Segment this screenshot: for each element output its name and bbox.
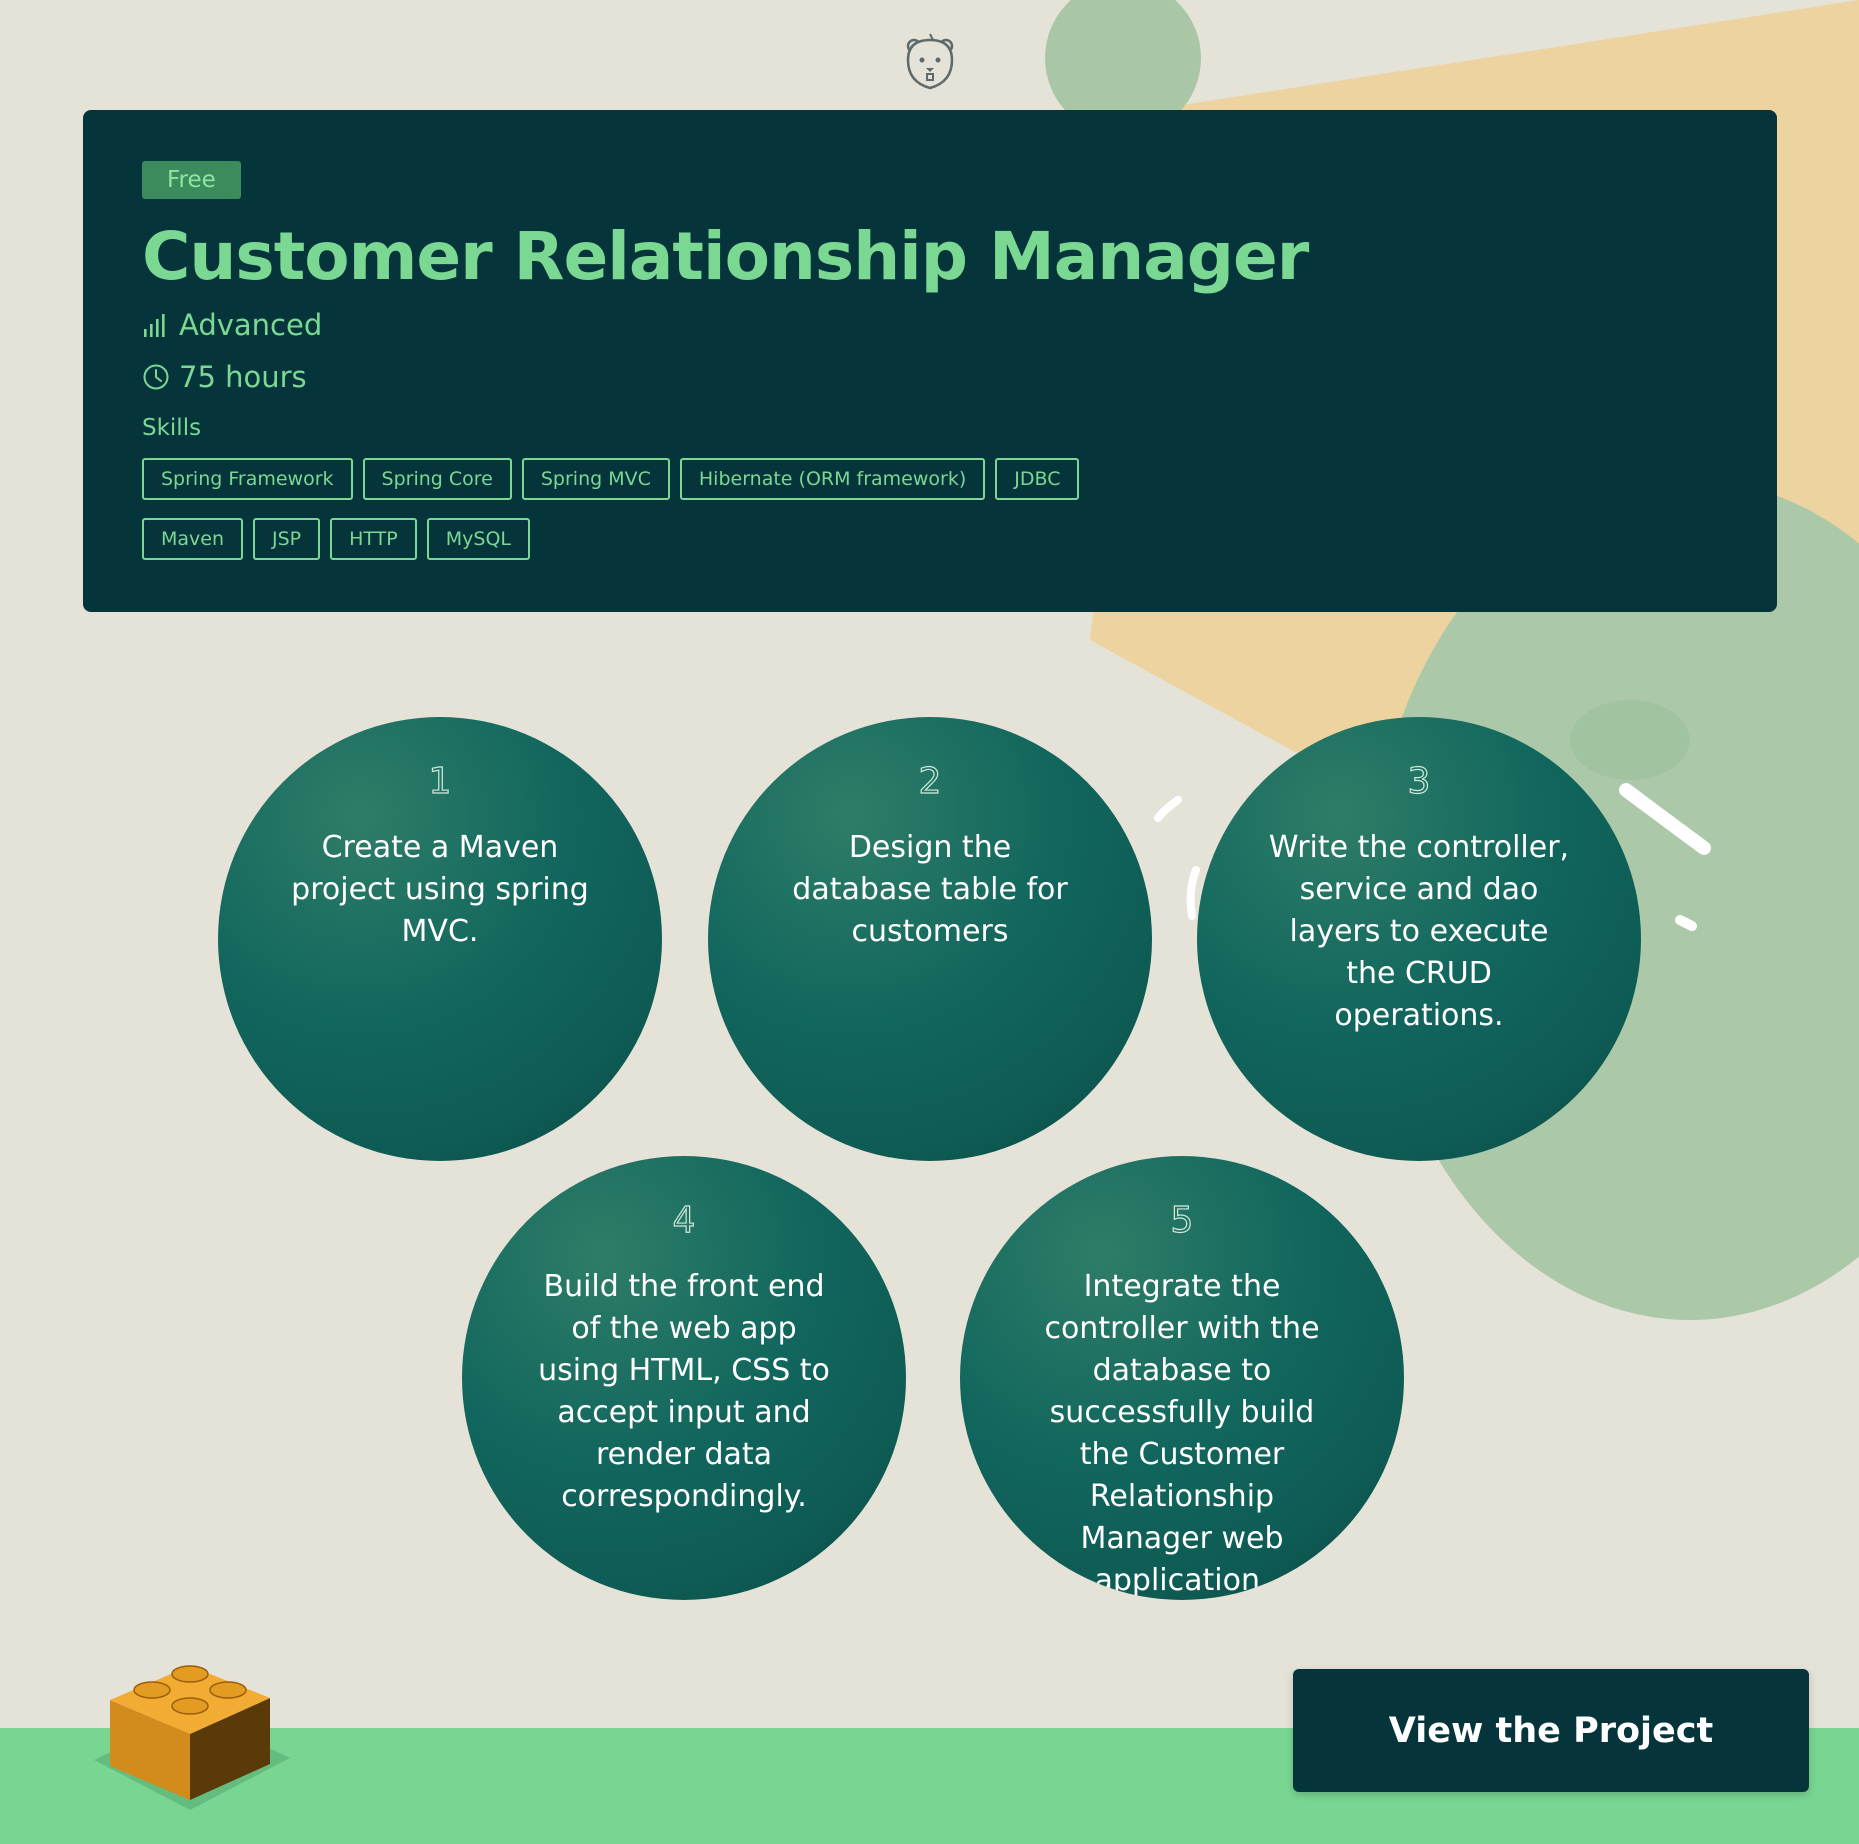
skill-tag: MySQL [426,518,531,560]
skill-tag: Spring MVC [521,458,670,500]
lego-brick-icon [90,1640,300,1820]
skill-tag: Hibernate (ORM framework) [679,458,986,500]
step-text: Build the front end of the web app using… [538,1269,830,1514]
step-circle-5: 5 Integrate the controller with the data… [960,1156,1404,1600]
project-title: Customer Relationship Manager [142,218,1309,295]
step-number: 2 [918,760,942,802]
step-number: 1 [428,760,452,802]
step-text: Design the database table for customers [792,830,1068,949]
difficulty-label: Advanced [179,308,323,342]
skill-tag: JSP [253,518,321,560]
signal-bars-icon [144,314,165,337]
skills-list: Spring Framework Spring Core Spring MVC … [142,458,1142,560]
step-number: 3 [1407,760,1431,802]
skill-tag: JDBC [995,458,1080,500]
step-text: Create a Maven project using spring MVC. [291,830,589,949]
step-circle-4: 4 Build the front end of the web app usi… [462,1156,906,1600]
duration-label: 75 hours [179,360,307,394]
skill-tag: Spring Core [362,458,512,500]
step-circle-1: 1 Create a Maven project using spring MV… [218,717,662,1161]
bear-logo-icon [900,28,960,92]
skill-tag: HTTP [330,518,417,560]
skill-tag: Spring Framework [142,458,353,500]
duration: 75 hours [142,355,307,399]
step-circle-2: 2 Design the database table for customer… [708,717,1152,1161]
step-number: 4 [672,1199,696,1241]
price-badge: Free [142,161,241,199]
step-number: 5 [1170,1199,1194,1241]
view-project-button[interactable]: View the Project [1293,1669,1809,1792]
difficulty-level: Advanced [142,303,322,347]
project-card: Free Customer Relationship Manager Advan… [83,110,1777,612]
step-circle-3: 3 Write the controller, service and dao … [1197,717,1641,1161]
clock-icon [143,364,169,390]
skill-tag: Maven [142,518,244,560]
step-text: Integrate the controller with the databa… [1044,1269,1320,1598]
step-text: Write the controller, service and dao la… [1268,830,1570,1033]
skills-heading: Skills [142,415,202,441]
